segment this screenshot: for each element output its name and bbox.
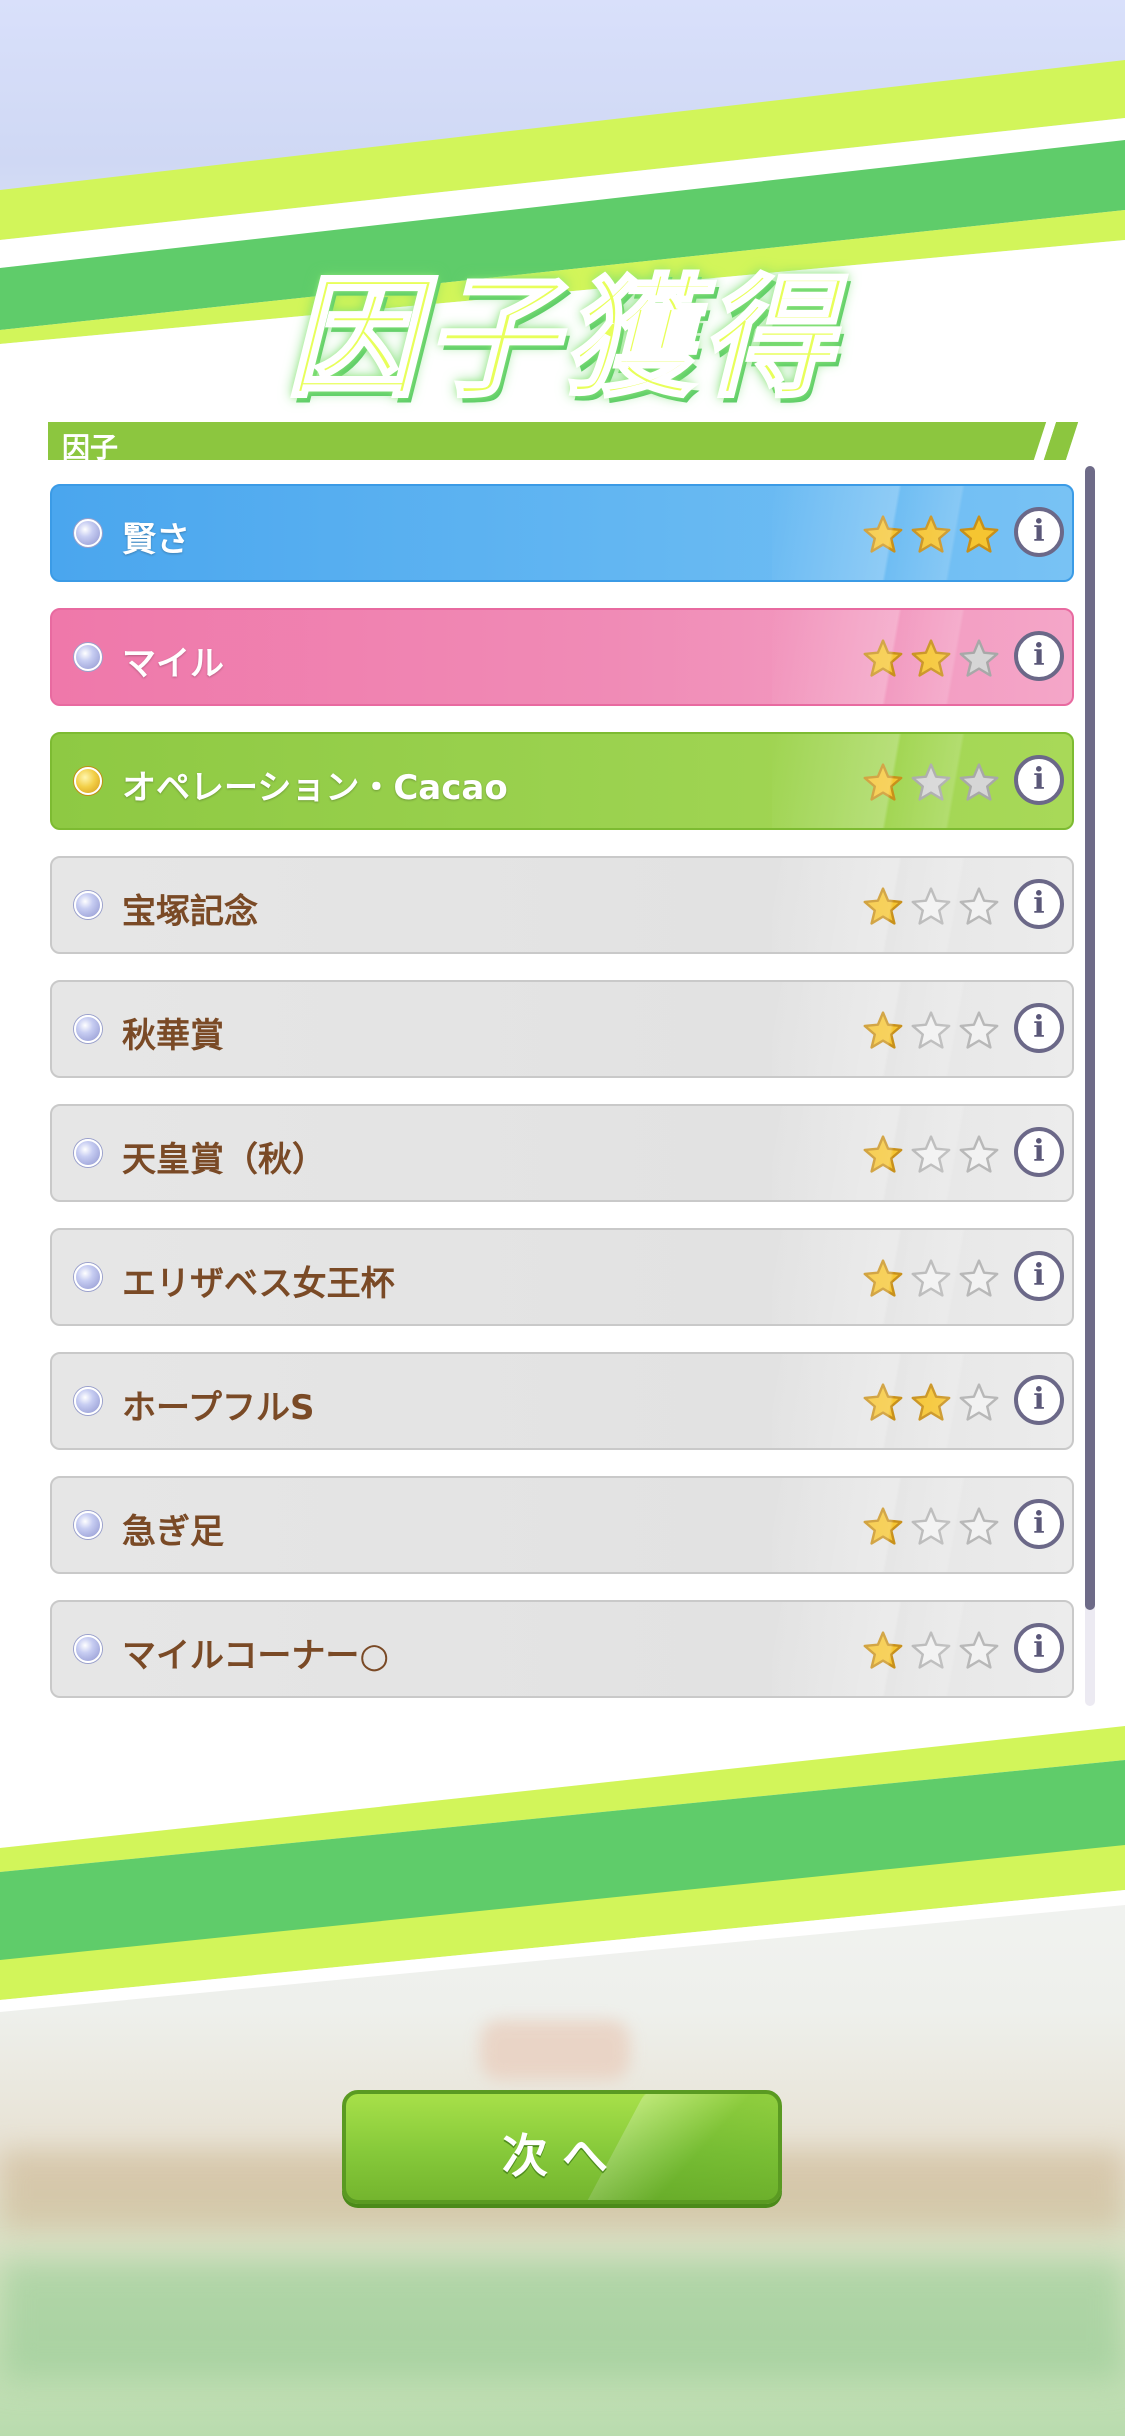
factor-star-rating	[862, 1010, 1004, 1052]
factor-orb-icon	[74, 1139, 102, 1167]
factor-row[interactable]: マイル i	[50, 608, 1074, 706]
info-icon[interactable]: i	[1014, 1251, 1064, 1301]
star-empty-icon	[958, 1258, 1000, 1300]
factor-name: ホープフルS	[122, 1388, 315, 1428]
factor-name: 秋華賞	[122, 1016, 224, 1056]
next-button-label: 次へ	[502, 2129, 622, 2183]
factor-orb-icon	[74, 1387, 102, 1415]
factor-name: 宝塚記念	[122, 892, 258, 932]
info-icon[interactable]: i	[1014, 631, 1064, 681]
section-header: 因子	[48, 422, 1078, 460]
factor-star-rating	[862, 514, 1004, 556]
star-empty-icon	[958, 1506, 1000, 1548]
star-filled-icon	[862, 1010, 904, 1052]
star-empty-icon	[958, 638, 1000, 680]
page-title: 因子獲得	[285, 261, 839, 418]
factor-orb-icon	[74, 1511, 102, 1539]
factor-orb-icon	[74, 1263, 102, 1291]
factor-name: オペレーション・Cacao	[122, 768, 508, 808]
factor-name: 賢さ	[122, 520, 190, 560]
factor-name: 急ぎ足	[122, 1512, 224, 1552]
factor-name: エリザベス女王杯	[122, 1264, 395, 1304]
factor-row[interactable]: ホープフルS i	[50, 1352, 1074, 1450]
factor-row[interactable]: マイルコーナー○ i	[50, 1600, 1074, 1698]
star-filled-icon	[862, 1630, 904, 1672]
factor-row[interactable]: エリザベス女王杯 i	[50, 1228, 1074, 1326]
star-filled-icon	[910, 1382, 952, 1424]
factor-orb-icon	[74, 1635, 102, 1663]
next-button[interactable]: 次へ	[342, 2090, 782, 2204]
star-empty-icon	[910, 1258, 952, 1300]
star-filled-icon	[862, 762, 904, 804]
star-empty-icon	[958, 1010, 1000, 1052]
star-empty-icon	[910, 1506, 952, 1548]
factor-row[interactable]: 秋華賞 i	[50, 980, 1074, 1078]
factor-row[interactable]: 天皇賞（秋） i	[50, 1104, 1074, 1202]
factor-star-rating	[862, 1506, 1004, 1548]
star-filled-icon	[862, 638, 904, 680]
factor-row[interactable]: 急ぎ足 i	[50, 1476, 1074, 1574]
star-empty-icon	[910, 762, 952, 804]
factor-name: マイル	[122, 644, 224, 684]
factor-orb-icon	[74, 643, 102, 671]
star-empty-icon	[958, 1382, 1000, 1424]
star-filled-icon	[958, 514, 1000, 556]
factor-star-rating	[862, 1382, 1004, 1424]
factor-name: マイルコーナー○	[122, 1636, 389, 1676]
factor-star-rating	[862, 1134, 1004, 1176]
factor-orb-icon	[74, 1015, 102, 1043]
info-icon[interactable]: i	[1014, 755, 1064, 805]
factor-orb-icon	[74, 891, 102, 919]
info-icon[interactable]: i	[1014, 1003, 1064, 1053]
star-empty-icon	[958, 1630, 1000, 1672]
factor-star-rating	[862, 1258, 1004, 1300]
factor-star-rating	[862, 1630, 1004, 1672]
star-filled-icon	[862, 1382, 904, 1424]
star-empty-icon	[910, 1010, 952, 1052]
scrollbar-thumb[interactable]	[1085, 466, 1095, 1610]
factor-star-rating	[862, 762, 1004, 804]
star-filled-icon	[862, 1134, 904, 1176]
info-icon[interactable]: i	[1014, 1623, 1064, 1673]
factor-row[interactable]: 宝塚記念 i	[50, 856, 1074, 954]
factor-orb-icon	[74, 767, 102, 795]
star-filled-icon	[862, 886, 904, 928]
factor-orb-icon	[74, 519, 102, 547]
star-filled-icon	[910, 638, 952, 680]
factor-row[interactable]: オペレーション・Cacao i	[50, 732, 1074, 830]
star-filled-icon	[910, 514, 952, 556]
star-empty-icon	[958, 762, 1000, 804]
factor-star-rating	[862, 886, 1004, 928]
info-icon[interactable]: i	[1014, 1127, 1064, 1177]
star-empty-icon	[910, 886, 952, 928]
star-empty-icon	[910, 1134, 952, 1176]
info-icon[interactable]: i	[1014, 507, 1064, 557]
star-filled-icon	[862, 1506, 904, 1548]
star-empty-icon	[958, 886, 1000, 928]
factor-star-rating	[862, 638, 1004, 680]
factor-name: 天皇賞（秋）	[122, 1140, 326, 1180]
info-icon[interactable]: i	[1014, 1499, 1064, 1549]
star-filled-icon	[862, 1258, 904, 1300]
star-empty-icon	[958, 1134, 1000, 1176]
info-icon[interactable]: i	[1014, 879, 1064, 929]
factor-row[interactable]: 賢さ i	[50, 484, 1074, 582]
star-empty-icon	[910, 1630, 952, 1672]
info-icon[interactable]: i	[1014, 1375, 1064, 1425]
star-filled-icon	[862, 514, 904, 556]
